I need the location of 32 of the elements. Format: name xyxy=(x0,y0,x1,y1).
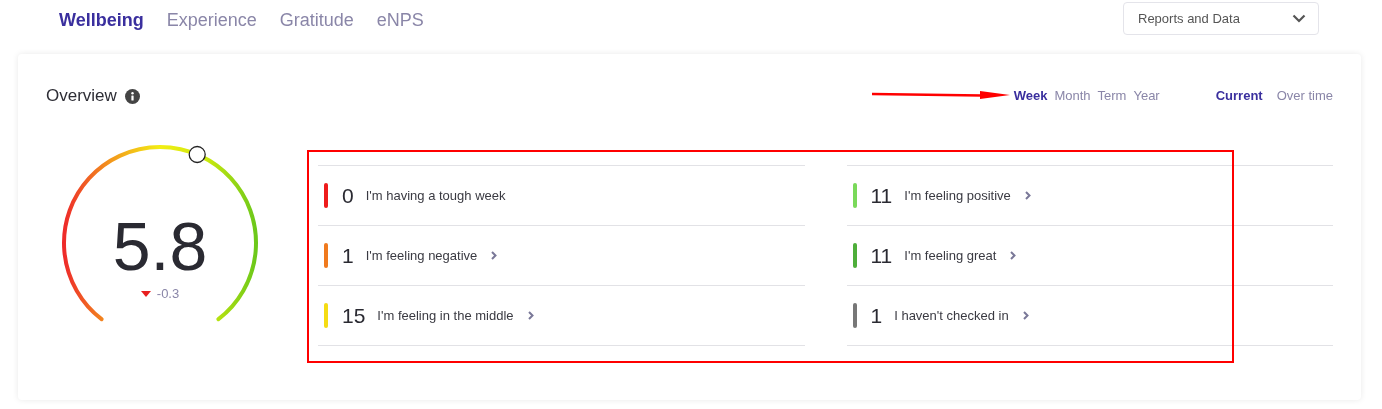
score-value: 5.8 xyxy=(112,210,208,282)
mood-link[interactable]: I'm feeling in the middle xyxy=(377,305,534,326)
mood-count: 11 xyxy=(870,182,893,209)
mood-link[interactable]: I'm feeling negative xyxy=(365,245,498,266)
mood-count: 1 xyxy=(342,242,354,269)
mood-count: 1 xyxy=(870,302,883,329)
mood-link[interactable]: I'm feeling great xyxy=(904,245,1017,266)
chevron-right-icon xyxy=(1022,311,1029,320)
chevron-right-icon xyxy=(1010,251,1017,260)
info-icon[interactable] xyxy=(124,88,140,104)
period-tab[interactable]: Year xyxy=(1133,86,1160,106)
chevron-down-icon xyxy=(1292,14,1306,23)
chevron-right-icon xyxy=(527,311,534,320)
period-tab[interactable]: Month xyxy=(1054,86,1091,106)
period-tab[interactable]: Week xyxy=(1013,86,1048,106)
chevron-right-icon xyxy=(491,251,498,260)
mood-count: 11 xyxy=(870,242,893,269)
nav-tab[interactable]: Wellbeing xyxy=(59,7,144,34)
nav-tab[interactable]: eNPS xyxy=(376,7,424,34)
mood-count: 15 xyxy=(342,302,366,329)
trend-down-icon xyxy=(140,290,151,297)
view-tab[interactable]: Over time xyxy=(1276,86,1333,106)
card-title: Overview xyxy=(46,85,117,108)
gauge-thumb xyxy=(188,145,206,164)
chevron-right-icon xyxy=(1024,191,1031,200)
mood-label: I'm having a tough week xyxy=(365,186,506,205)
score-change: -0.3 xyxy=(156,285,180,303)
reports-dropdown[interactable]: Reports and Data xyxy=(1123,2,1319,35)
mood-link[interactable]: I'm feeling positive xyxy=(904,185,1031,206)
mood-link[interactable]: I haven't checked in xyxy=(894,305,1029,326)
view-tab[interactable]: Current xyxy=(1215,86,1263,106)
mood-count: 0 xyxy=(342,182,354,209)
